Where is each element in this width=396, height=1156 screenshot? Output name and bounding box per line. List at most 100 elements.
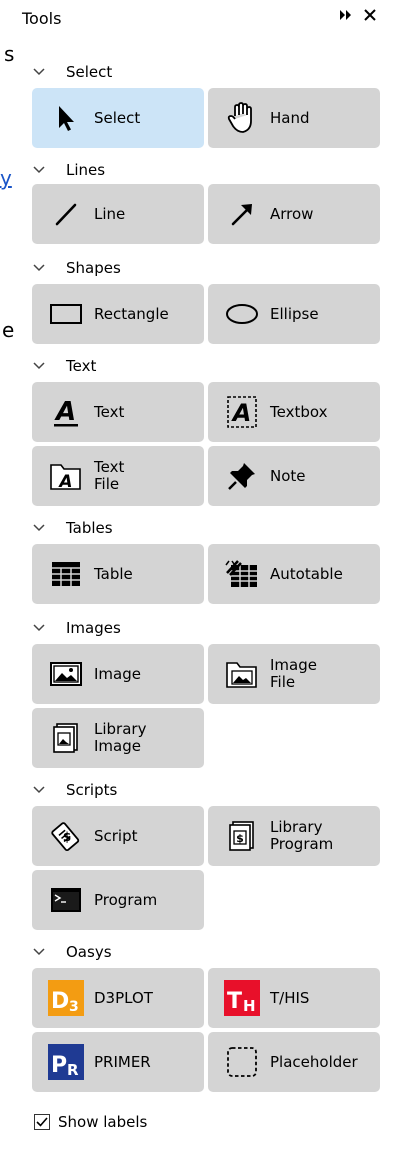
text-tool-button[interactable]: A Text xyxy=(32,382,204,442)
svg-text:H: H xyxy=(243,997,256,1015)
section-label: Select xyxy=(66,63,113,81)
svg-text:A: A xyxy=(57,472,72,492)
select-tool-button[interactable]: Select xyxy=(32,88,204,148)
tool-label: Library Program xyxy=(270,818,334,853)
tool-label: D3PLOT xyxy=(94,988,153,1007)
line-tool-button[interactable]: Line xyxy=(32,184,204,244)
section-label: Shapes xyxy=(66,259,121,277)
tool-label: Textbox xyxy=(270,402,328,421)
library-program-icon: $ xyxy=(224,818,260,854)
svg-text:$: $ xyxy=(63,830,71,844)
chevron-down-icon xyxy=(32,945,46,959)
rectangle-tool-button[interactable]: Rectangle xyxy=(32,284,204,344)
placeholder-tool-button[interactable]: Placeholder xyxy=(208,1032,380,1092)
tool-label: Text File xyxy=(94,458,125,493)
section-header-select[interactable]: Select xyxy=(32,60,112,84)
textbox-icon: A xyxy=(224,394,260,430)
tool-label: Library Image xyxy=(94,720,147,755)
d3plot-tool-button[interactable]: D3 D3PLOT xyxy=(32,968,204,1028)
section-header-images[interactable]: Images xyxy=(32,616,121,640)
library-image-tool-button[interactable]: Library Image xyxy=(32,708,204,768)
this-logo: TH xyxy=(224,980,260,1016)
section-label: Tables xyxy=(66,519,113,537)
chevron-down-icon xyxy=(32,621,46,635)
program-tool-button[interactable]: Program xyxy=(32,870,204,930)
hand-tool-button[interactable]: Hand xyxy=(208,88,380,148)
chevron-down-icon xyxy=(32,521,46,535)
text-file-tool-button[interactable]: A Text File xyxy=(32,446,204,506)
placeholder-icon xyxy=(224,1044,260,1080)
tool-label: Program xyxy=(94,890,158,909)
close-icon[interactable] xyxy=(360,5,380,29)
section-header-lines[interactable]: Lines xyxy=(32,158,105,182)
pushpin-icon xyxy=(224,458,260,494)
this-tool-button[interactable]: TH T/HIS xyxy=(208,968,380,1028)
checkbox-box[interactable] xyxy=(34,1114,50,1130)
svg-text:3: 3 xyxy=(69,999,79,1015)
autotable-icon xyxy=(224,556,260,592)
tool-label: Text xyxy=(94,402,125,421)
tool-label: Ellipse xyxy=(270,304,319,323)
tool-label: Image xyxy=(94,664,141,683)
primer-logo: PR xyxy=(48,1044,84,1080)
svg-text:R: R xyxy=(67,1061,79,1079)
library-image-icon xyxy=(48,720,84,756)
svg-text:T: T xyxy=(227,989,242,1014)
svg-text:$: $ xyxy=(236,832,244,845)
tool-label: Script xyxy=(94,826,138,845)
section-header-oasys[interactable]: Oasys xyxy=(32,940,112,964)
show-labels-checkbox[interactable]: Show labels xyxy=(34,1113,147,1131)
checkbox-label: Show labels xyxy=(58,1113,148,1131)
arrow-icon xyxy=(224,196,260,232)
svg-text:A: A xyxy=(54,397,76,427)
tool-label: Table xyxy=(94,564,133,583)
table-icon xyxy=(48,556,84,592)
tool-label: Placeholder xyxy=(270,1052,358,1071)
library-program-tool-button[interactable]: $ Library Program xyxy=(208,806,380,866)
tool-label: Note xyxy=(270,466,306,485)
svg-text:D: D xyxy=(51,989,69,1014)
tool-label: Image File xyxy=(270,656,317,691)
section-header-scripts[interactable]: Scripts xyxy=(32,778,117,802)
section-label: Images xyxy=(66,619,121,637)
ellipse-tool-button[interactable]: Ellipse xyxy=(208,284,380,344)
panel-titlebar: Tools xyxy=(0,0,396,36)
autotable-tool-button[interactable]: Autotable xyxy=(208,544,380,604)
tool-label: PRIMER xyxy=(94,1052,151,1071)
section-header-tables[interactable]: Tables xyxy=(32,516,113,540)
image-tool-button[interactable]: Image xyxy=(32,644,204,704)
double-arrow-icon[interactable] xyxy=(336,5,356,29)
d3plot-logo: D3 xyxy=(48,980,84,1016)
rectangle-icon xyxy=(48,296,84,332)
textbox-tool-button[interactable]: A Textbox xyxy=(208,382,380,442)
section-header-text[interactable]: Text xyxy=(32,354,96,378)
text-a-icon: A xyxy=(48,394,84,430)
section-label: Text xyxy=(66,357,97,375)
section-label: Oasys xyxy=(66,943,112,961)
tool-label: Hand xyxy=(270,108,310,127)
script-tool-button[interactable]: $ Script xyxy=(32,806,204,866)
tool-label: Line xyxy=(94,204,126,223)
section-label: Scripts xyxy=(66,781,118,799)
chevron-down-icon xyxy=(32,163,46,177)
table-tool-button[interactable]: Table xyxy=(32,544,204,604)
tools-panel: Tools Select Select Hand Lines Line Arro… xyxy=(0,0,396,1156)
tool-label: Arrow xyxy=(270,204,314,223)
image-file-icon xyxy=(224,656,260,692)
terminal-icon xyxy=(48,882,84,918)
svg-text:P: P xyxy=(51,1053,67,1078)
chevron-down-icon xyxy=(32,359,46,373)
cursor-arrow-icon xyxy=(48,100,84,136)
svg-text:A: A xyxy=(231,399,252,427)
image-file-tool-button[interactable]: Image File xyxy=(208,644,380,704)
note-tool-button[interactable]: Note xyxy=(208,446,380,506)
ellipse-icon xyxy=(224,296,260,332)
chevron-down-icon xyxy=(32,65,46,79)
primer-tool-button[interactable]: PR PRIMER xyxy=(32,1032,204,1092)
section-header-shapes[interactable]: Shapes xyxy=(32,256,121,280)
tool-label: Autotable xyxy=(270,564,343,583)
tool-label: Rectangle xyxy=(94,304,169,323)
arrow-tool-button[interactable]: Arrow xyxy=(208,184,380,244)
image-icon xyxy=(48,656,84,692)
tool-label: Select xyxy=(94,108,141,127)
